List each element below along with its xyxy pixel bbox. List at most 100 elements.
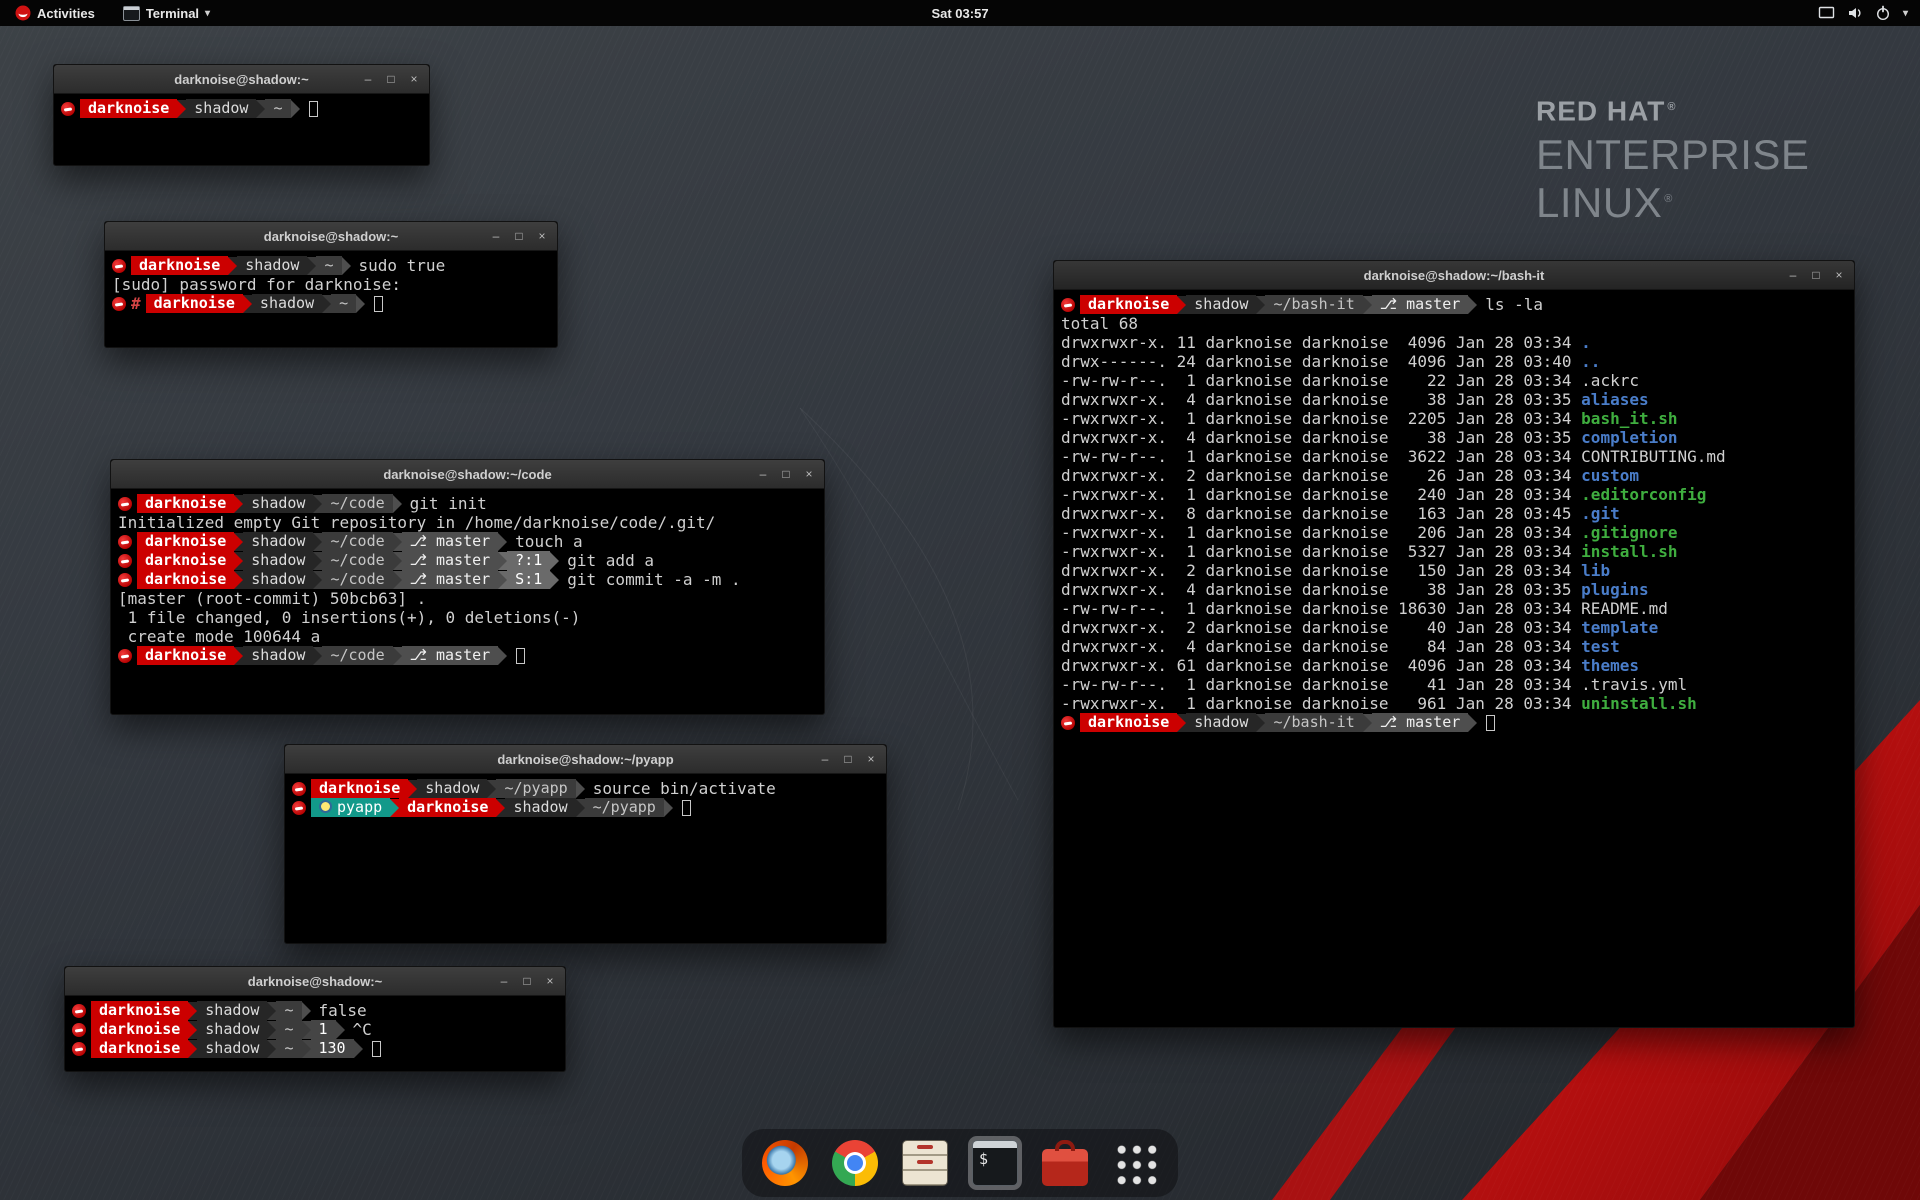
maximize-button[interactable]: □ — [1806, 266, 1826, 285]
windows-layer: darknoise@shadow:~–□×darknoiseshadow~dar… — [0, 0, 1920, 1200]
terminal-output[interactable]: darknoiseshadow~ — [54, 94, 429, 166]
python-icon — [319, 800, 332, 813]
terminal-cursor — [374, 296, 383, 312]
dock-item-appgrid[interactable] — [1108, 1136, 1162, 1190]
file-name: themes — [1581, 656, 1639, 675]
close-button[interactable]: × — [404, 70, 424, 89]
maximize-button[interactable]: □ — [838, 750, 858, 769]
terminal-window-sudo[interactable]: darknoise@shadow:~–□×darknoiseshadow~sud… — [104, 221, 558, 348]
chevron-down-icon: ▾ — [1903, 8, 1908, 19]
terminal-window-pyapp[interactable]: darknoise@shadow:~/pyapp–□×darknoiseshad… — [284, 744, 887, 944]
command-text: git commit -a -m . — [567, 570, 740, 589]
close-button[interactable]: × — [532, 227, 552, 246]
maximize-button[interactable]: □ — [517, 972, 537, 991]
maximize-button[interactable]: □ — [381, 70, 401, 89]
minimize-button[interactable]: – — [753, 465, 773, 484]
terminal-output[interactable]: darknoiseshadow~falsedarknoiseshadow~1^C… — [65, 996, 565, 1072]
maximize-button[interactable]: □ — [509, 227, 529, 246]
file-attributes: drwxrwxr-x. 4 darknoise darknoise 84 Jan… — [1061, 637, 1581, 656]
minimize-button[interactable]: – — [358, 70, 378, 89]
file-attributes: drwxrwxr-x. 61 darknoise darknoise 4096 … — [1061, 656, 1581, 675]
minimize-button[interactable]: – — [1783, 266, 1803, 285]
powerline-arrow-icon — [234, 647, 243, 665]
terminal-window-exitcodes[interactable]: darknoise@shadow:~–□×darknoiseshadow~fal… — [64, 966, 566, 1072]
file-attributes: drwxrwxr-x. 8 darknoise darknoise 163 Ja… — [1061, 504, 1581, 523]
powerline-arrow-icon — [267, 1021, 276, 1039]
redhat-prompt-icon — [61, 102, 75, 116]
window-titlebar[interactable]: darknoise@shadow:~–□× — [65, 967, 565, 996]
command-text: git add a — [567, 551, 654, 570]
dock-item-firefox[interactable] — [758, 1136, 812, 1190]
window-titlebar[interactable]: darknoise@shadow:~–□× — [105, 222, 557, 251]
minimize-button[interactable]: – — [494, 972, 514, 991]
powerline-arrow-icon — [228, 257, 237, 275]
dock-item-toolbox[interactable] — [1038, 1136, 1092, 1190]
file-name: install.sh — [1581, 542, 1677, 561]
powerline-arrow-icon — [267, 1040, 276, 1058]
minimize-button[interactable]: – — [486, 227, 506, 246]
close-button[interactable]: × — [799, 465, 819, 484]
terminal-output[interactable]: darknoiseshadow~/pyappsource bin/activat… — [285, 774, 886, 944]
window-titlebar[interactable]: darknoise@shadow:~ –□× — [54, 65, 429, 94]
file-name: .git — [1581, 504, 1620, 523]
command-text: false — [319, 1001, 367, 1020]
prompt-segment-host: shadow — [197, 1020, 267, 1039]
redhat-prompt-icon — [292, 801, 306, 815]
terminal-output[interactable]: darknoiseshadow~/bash-it⎇ masterls -lato… — [1054, 290, 1854, 1028]
prompt-segment-path: ~/code — [322, 646, 392, 665]
dock-item-files[interactable] — [898, 1136, 952, 1190]
terminal-cursor — [516, 648, 525, 664]
dock-item-terminal[interactable] — [968, 1136, 1022, 1190]
powerline-arrow-icon — [576, 799, 585, 817]
window-titlebar[interactable]: darknoise@shadow:~/bash-it–□× — [1054, 261, 1854, 290]
file-list-row: -rwxrwxr-x. 1 darknoise darknoise 206 Ja… — [1061, 523, 1847, 542]
system-status-area[interactable]: ▾ — [1818, 0, 1920, 26]
window-controls: –□× — [494, 967, 560, 995]
window-titlebar[interactable]: darknoise@shadow:~/code–□× — [111, 460, 824, 489]
powerline-arrow-icon — [177, 100, 186, 118]
redhat-prompt-icon — [292, 782, 306, 796]
volume-icon — [1847, 5, 1863, 21]
top-bar: Activities Terminal ▾ Sat 03:57 ▾ — [0, 0, 1920, 26]
maximize-button[interactable]: □ — [776, 465, 796, 484]
powerline-arrow-icon — [498, 533, 507, 551]
window-titlebar[interactable]: darknoise@shadow:~/pyapp–□× — [285, 745, 886, 774]
dock-item-chrome[interactable] — [828, 1136, 882, 1190]
prompt-segment-path: ~/pyapp — [585, 798, 664, 817]
terminal-output[interactable]: darknoiseshadow~/codegit initInitialized… — [111, 489, 824, 715]
close-button[interactable]: × — [1829, 266, 1849, 285]
terminal-window-bashit[interactable]: darknoise@shadow:~/bash-it–□×darknoisesh… — [1053, 260, 1855, 1028]
terminal-output[interactable]: darknoiseshadow~sudo true[sudo] password… — [105, 251, 557, 348]
window-controls: –□× — [753, 460, 819, 488]
minimize-button[interactable]: – — [815, 750, 835, 769]
file-attributes: drwxrwxr-x. 2 darknoise darknoise 26 Jan… — [1061, 466, 1581, 485]
file-attributes: -rw-rw-r--. 1 darknoise darknoise 3622 J… — [1061, 447, 1581, 466]
clock[interactable]: Sat 03:57 — [0, 6, 1920, 21]
terminal-cursor — [1486, 715, 1495, 731]
file-attributes: -rwxrwxr-x. 1 darknoise darknoise 2205 J… — [1061, 409, 1581, 428]
file-name: template — [1581, 618, 1658, 637]
window-controls: –□× — [1783, 261, 1849, 289]
prompt-segment-user: darknoise — [80, 99, 177, 118]
powerline-arrow-icon — [313, 552, 322, 570]
terminal-window-code[interactable]: darknoise@shadow:~/code–□×darknoiseshado… — [110, 459, 825, 715]
powerline-arrow-icon — [354, 1040, 363, 1058]
window-title: darknoise@shadow:~ — [174, 72, 308, 87]
file-list-row: drwxrwxr-x. 11 darknoise darknoise 4096 … — [1061, 333, 1847, 352]
window-controls: –□× — [358, 65, 424, 93]
prompt-segment-user: darknoise — [137, 570, 234, 589]
firefox-icon — [762, 1140, 808, 1186]
file-list-row: -rwxrwxr-x. 1 darknoise darknoise 5327 J… — [1061, 542, 1847, 561]
close-button[interactable]: × — [540, 972, 560, 991]
power-icon — [1875, 5, 1891, 21]
file-attributes: -rwxrwxr-x. 1 darknoise darknoise 961 Ja… — [1061, 694, 1581, 713]
prompt-segment-host: shadow — [505, 798, 575, 817]
close-button[interactable]: × — [861, 750, 881, 769]
file-name: custom — [1581, 466, 1639, 485]
prompt-segment-host: shadow — [1186, 713, 1256, 732]
prompt-line: darknoiseshadow~/bash-it⎇ master — [1061, 713, 1847, 732]
powerline-arrow-icon — [576, 780, 585, 798]
terminal-window-home-1[interactable]: darknoise@shadow:~–□×darknoiseshadow~ — [53, 64, 430, 166]
command-text: git init — [410, 494, 487, 513]
powerline-arrow-icon — [550, 571, 559, 589]
